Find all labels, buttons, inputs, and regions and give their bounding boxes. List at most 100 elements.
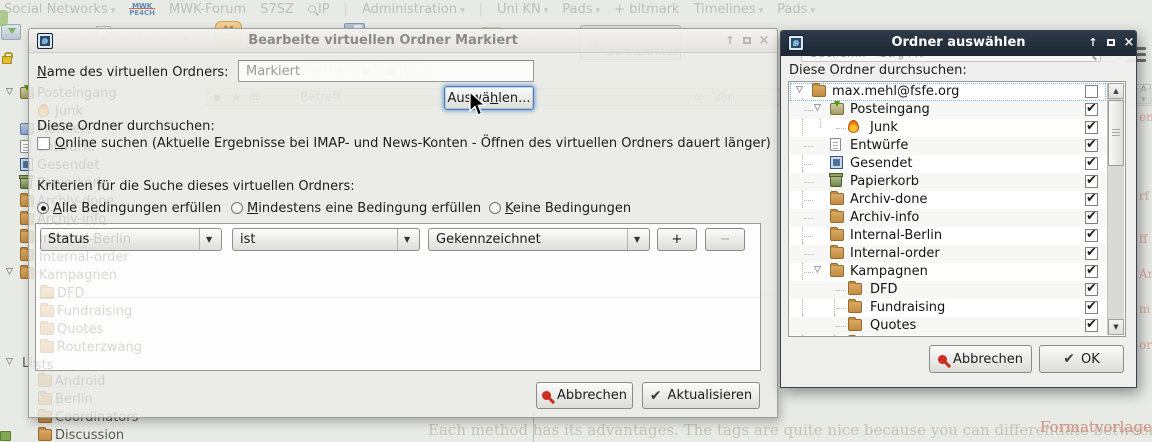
folder-label: DFD xyxy=(57,286,85,301)
match-none-radio[interactable] xyxy=(489,202,501,214)
cancel-label: Abbrechen xyxy=(557,388,627,403)
twisty-icon[interactable] xyxy=(796,85,803,95)
toolbar-item[interactable]: Pads xyxy=(777,2,815,17)
toolbar-item[interactable]: S7SZ xyxy=(260,2,294,17)
folder-icon xyxy=(35,269,36,281)
folder-label: Fundraising xyxy=(870,300,945,315)
match-any-label[interactable]: Mindestens eine Bedingung erfüllen xyxy=(247,201,481,216)
folder-checkbox[interactable] xyxy=(1085,139,1098,152)
folder-checkbox[interactable] xyxy=(1085,193,1098,206)
toolbar-item[interactable]: Pads xyxy=(562,2,600,17)
match-all-label[interactable]: Alle Bedingungen erfüllen xyxy=(53,201,221,216)
folder-checkbox[interactable] xyxy=(1085,301,1098,314)
folder-checkbox[interactable] xyxy=(1085,211,1098,224)
flame-icon xyxy=(848,120,859,133)
tree-row-posteingang[interactable]: Posteingang xyxy=(790,101,1106,119)
choose-folders-label: Diese Ordner durchsuchen: xyxy=(789,63,967,78)
scroll-down-icon[interactable]: ▼ xyxy=(1108,319,1124,335)
tree-row-gesendet[interactable]: Gesendet xyxy=(790,155,1106,173)
folder-checkbox[interactable] xyxy=(1085,175,1098,188)
folder-label: Quotes xyxy=(57,322,103,337)
toolbar-item[interactable]: + bitmark xyxy=(614,2,680,17)
twisty-icon[interactable] xyxy=(814,103,821,113)
match-any-radio[interactable] xyxy=(231,202,243,214)
folder-pane-item-dfd: DFD xyxy=(35,285,202,303)
folder-icon xyxy=(848,283,862,295)
mouse-cursor xyxy=(468,90,488,118)
tree-row-fundraising[interactable]: Fundraising xyxy=(790,299,1106,317)
folder-checkbox[interactable] xyxy=(1085,229,1098,242)
folder-label: max.mehl@fsfe.org xyxy=(832,84,959,99)
close-icon[interactable]: × xyxy=(757,35,771,48)
toolbar-item[interactable]: Administration xyxy=(362,2,465,17)
check-icon: ✔ xyxy=(1063,351,1075,367)
tree-row-kampagnen[interactable]: Kampagnen xyxy=(790,263,1106,281)
match-none-label[interactable]: Keine Bedingungen xyxy=(505,201,631,216)
search-online-checkbox[interactable] xyxy=(37,137,50,150)
dialog-titlebar[interactable]: Ordner auswählen ↑ × xyxy=(781,31,1136,56)
tree-row-entwürfe[interactable]: Entwürfe xyxy=(790,137,1106,155)
tree-scrollbar[interactable]: ▲ ▼ xyxy=(1107,83,1124,335)
folder-checkbox[interactable] xyxy=(1085,157,1098,170)
choose-folders-button[interactable]: Auswählen... xyxy=(444,86,534,110)
dialog-titlebar[interactable]: Bearbeite virtuellen Ordner Markiert ↑ × xyxy=(29,29,777,53)
tree-row-quotes[interactable]: Quotes xyxy=(790,317,1106,335)
tree-row-dfd[interactable]: DFD xyxy=(790,281,1106,299)
attribute-dropdown[interactable]: Status xyxy=(40,228,222,251)
twisty-icon[interactable] xyxy=(6,87,13,97)
folder-checkbox[interactable] xyxy=(1085,319,1098,332)
tree-row-internal-berlin[interactable]: Internal-Berlin xyxy=(790,227,1106,245)
maximize-icon[interactable] xyxy=(1104,37,1118,50)
remove-criterion-button[interactable]: − xyxy=(705,228,745,251)
folder-checkbox[interactable] xyxy=(1085,121,1098,134)
folder-label: Fundraising xyxy=(57,304,132,319)
folder-checkbox[interactable] xyxy=(1085,85,1098,98)
twisty-icon[interactable] xyxy=(6,267,13,277)
folder-checkbox[interactable] xyxy=(1085,265,1098,278)
close-icon[interactable]: × xyxy=(1122,37,1136,50)
folder-pane-item-discussion[interactable]: Discussion xyxy=(0,427,200,442)
tree-row-papierkorb[interactable]: Papierkorb xyxy=(790,173,1106,191)
edit-virtual-folder-dialog: Bearbeite virtuellen Ordner Markiert ↑ ×… xyxy=(28,28,778,418)
folder-icon xyxy=(848,301,862,313)
twisty-icon[interactable] xyxy=(6,357,13,367)
unmaximize-icon[interactable]: ↑ xyxy=(1086,37,1100,50)
value-dropdown[interactable]: Gekennzeichnet xyxy=(428,228,650,251)
folder-label: Internal-order xyxy=(39,250,129,265)
tree-row-archiv-done[interactable]: Archiv-done xyxy=(790,191,1106,209)
folder-label: Internal-order xyxy=(850,246,940,261)
name-input[interactable] xyxy=(238,60,534,82)
cancel-button[interactable]: Abbrechen xyxy=(929,345,1032,373)
toolbar-item[interactable]: Timelines xyxy=(694,2,764,17)
tree-row-junk[interactable]: Junk xyxy=(790,119,1106,137)
twisty-icon[interactable] xyxy=(814,265,821,275)
update-button[interactable]: ✔ Aktualisieren xyxy=(642,382,760,409)
match-all-radio[interactable] xyxy=(37,202,49,214)
folder-label: Routerzwang xyxy=(870,336,955,337)
operator-dropdown[interactable]: ist xyxy=(232,228,420,251)
tree-row-max.mehl@fsfe.org[interactable]: max.mehl@fsfe.org xyxy=(790,83,1106,101)
tree-row-routerzwang[interactable]: Routerzwang xyxy=(790,335,1106,337)
background-text-fragment: rf xyxy=(1139,189,1149,203)
screen: Social NetworksMWKPE4CHMWK-ForumS7SZIP|A… xyxy=(0,0,1152,442)
add-criterion-button[interactable]: + xyxy=(657,228,697,251)
tree-row-internal-order[interactable]: Internal-order xyxy=(790,245,1106,263)
maximize-icon[interactable] xyxy=(740,35,754,48)
scrollbar-thumb[interactable] xyxy=(1108,100,1124,166)
formatvorlage-link[interactable]: Formatvorlage xyxy=(1040,418,1152,436)
cancel-button[interactable]: Abbrechen xyxy=(536,382,633,409)
folder-label: Routerzwang xyxy=(57,340,142,355)
toolbar-item[interactable]: Uni KN xyxy=(497,2,548,17)
tree-row-archiv-info[interactable]: Archiv-info xyxy=(790,209,1106,227)
scroll-up-icon[interactable]: ▲ xyxy=(1108,83,1124,99)
folder-checkbox[interactable] xyxy=(1085,103,1098,116)
ok-button[interactable]: ✔ OK xyxy=(1039,345,1124,373)
inbox-icon xyxy=(830,103,844,115)
folder-checkbox[interactable] xyxy=(1085,283,1098,296)
folder-checkbox[interactable] xyxy=(1085,247,1098,260)
unmaximize-icon[interactable]: ↑ xyxy=(723,35,737,48)
folder-label: Entwürfe xyxy=(850,138,908,153)
name-label: Name des virtuellen Ordners: xyxy=(37,65,229,80)
toolbar-item[interactable]: IP xyxy=(308,2,330,17)
dialog-title: Bearbeite virtuellen Ordner Markiert xyxy=(29,33,737,48)
